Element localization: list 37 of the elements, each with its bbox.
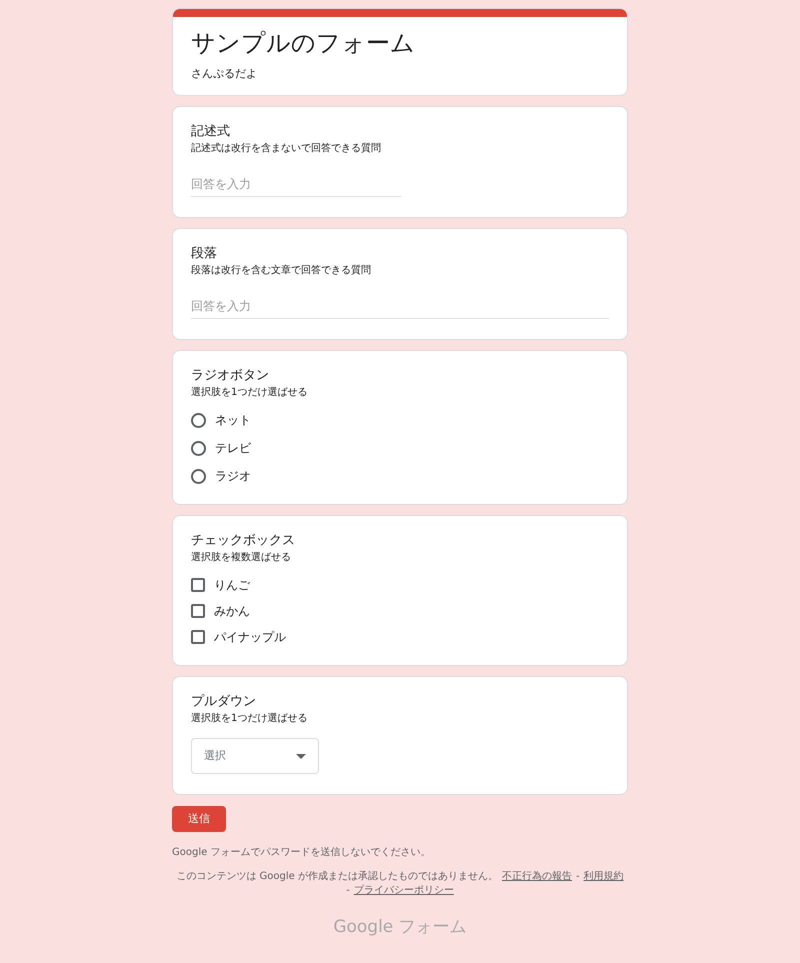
password-warning: Google フォームでパスワードを送信しないでください。 <box>172 846 432 860</box>
footer-link[interactable]: 利用規約 <box>584 870 624 884</box>
question-title: プルダウン <box>191 693 257 711</box>
option-label: りんご <box>214 577 250 593</box>
checkbox[interactable] <box>191 604 205 618</box>
option-label: ネット <box>215 412 251 428</box>
form-title: サンプルのフォーム <box>191 28 416 59</box>
brand-logo: Google フォーム <box>332 916 468 938</box>
disclaimer-text: このコンテンツは Google が作成または承認したものではありません。 <box>176 870 498 884</box>
question-help: 選択肢を1つだけ選ばせる <box>191 386 308 400</box>
question-title: ラジオボタン <box>191 367 270 385</box>
question-title: 段落 <box>191 245 218 263</box>
caret-icon <box>296 754 306 758</box>
checkbox[interactable] <box>191 630 205 644</box>
footer-link[interactable]: 不正行為の報告 <box>502 870 572 884</box>
separator: - <box>346 884 350 898</box>
question-help: 選択肢を複数選ばせる <box>191 551 292 565</box>
radio-button[interactable] <box>191 412 206 428</box>
option-label: テレビ <box>215 440 251 456</box>
question-help: 選択肢を1つだけ選ばせる <box>191 712 308 726</box>
question-help: 記述式は改行を含まないで回答できる質問 <box>191 142 382 156</box>
answer-field[interactable]: 回答を入力 <box>191 298 609 319</box>
answer-field[interactable]: 回答を入力 <box>191 176 401 197</box>
footer-link[interactable]: プライバシーポリシー <box>354 884 454 898</box>
submit-button[interactable]: 送信 <box>172 806 226 832</box>
question-help: 段落は改行を含む文章で回答できる質問 <box>191 264 372 278</box>
option-label: ラジオ <box>215 468 251 484</box>
separator: - <box>576 870 580 884</box>
radio-button[interactable] <box>191 468 206 484</box>
question-title: 記述式 <box>191 123 231 141</box>
form-description: さんぷるだよ <box>191 67 258 81</box>
option-label: みかん <box>214 603 250 619</box>
option-label: パイナップル <box>214 629 286 645</box>
dropdown-select[interactable]: 選択 <box>191 738 319 774</box>
checkbox[interactable] <box>191 578 205 592</box>
radio-button[interactable] <box>191 440 206 456</box>
question-title: チェックボックス <box>191 532 296 550</box>
